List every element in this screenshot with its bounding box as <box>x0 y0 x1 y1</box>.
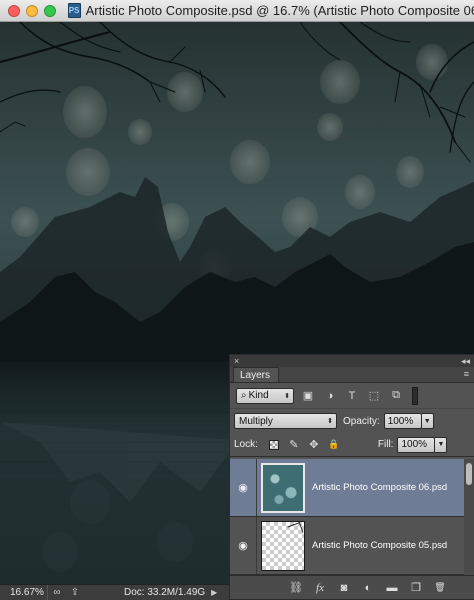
search-icon: ⌕ <box>241 390 247 401</box>
panel-menu-icon[interactable]: ≡ <box>464 369 474 382</box>
zoom-level[interactable]: 16.67% <box>0 585 48 600</box>
delete-layer-trash-icon[interactable]: 🗑 <box>432 580 448 596</box>
scrollbar-thumb[interactable] <box>466 463 472 485</box>
type-layer-filter-icon[interactable]: T <box>344 388 360 404</box>
lock-transparent-pixels-icon[interactable] <box>266 437 282 453</box>
close-window-button[interactable] <box>8 4 20 17</box>
blend-mode-select[interactable]: Multiply ⬍ <box>234 413 337 429</box>
visibility-eye-icon[interactable]: ◉ <box>230 539 256 552</box>
document-size: Doc: 33.2M/1.49G <box>124 587 206 598</box>
status-menu-arrow-icon[interactable]: ▶ <box>211 588 217 597</box>
panel-tab-bar: Layers ≡ <box>230 367 474 383</box>
smart-object-filter-icon[interactable]: ⧉ <box>388 388 404 404</box>
share-icon[interactable]: ⇪ <box>66 585 84 600</box>
shape-layer-filter-icon[interactable]: ⬚ <box>366 388 382 404</box>
panel-bottom-toolbar: ⛓ fx ◙ ◐ ▬ ❐ 🗑 <box>230 575 474 599</box>
window-title: Artistic Photo Composite.psd @ 16.7% (Ar… <box>85 3 474 18</box>
collapse-panel-icon[interactable]: ◂◂ <box>461 356 470 367</box>
pixel-layer-filter-icon[interactable]: ▣ <box>300 388 316 404</box>
blend-mode-value: Multiply <box>239 415 273 427</box>
layers-scrollbar[interactable] <box>464 459 474 575</box>
binoculars-icon[interactable]: ∞ <box>48 585 66 600</box>
zoom-window-button[interactable] <box>43 4 56 17</box>
close-panel-icon[interactable]: × <box>234 356 239 366</box>
layer-row[interactable]: ◉ Artistic Photo Composite 05.psd <box>230 517 465 575</box>
lock-label: Lock: <box>234 439 258 450</box>
add-mask-icon[interactable]: ◙ <box>336 580 352 596</box>
layers-panel: × ◂◂ Layers ≡ ⌕ Kind ⬍ ▣ ◑ T ⬚ ⧉ Multipl… <box>229 354 474 600</box>
layer-filter-row: ⌕ Kind ⬍ ▣ ◑ T ⬚ ⧉ <box>230 383 474 409</box>
fill-label: Fill: <box>377 439 394 450</box>
adjustment-layer-filter-icon[interactable]: ◑ <box>322 388 338 404</box>
visibility-eye-icon[interactable]: ◉ <box>230 481 256 494</box>
new-layer-icon[interactable]: ❐ <box>408 580 424 596</box>
chevron-updown-icon: ⬍ <box>327 418 333 425</box>
new-adjustment-layer-icon[interactable]: ◐ <box>360 580 376 596</box>
layer-row[interactable]: ◉ Artistic Photo Composite 06.psd <box>230 459 465 517</box>
layer-thumbnail <box>261 520 305 571</box>
link-layers-icon[interactable]: ⛓ <box>288 580 304 596</box>
lock-image-pixels-icon[interactable]: ✎ <box>286 437 302 453</box>
opacity-label: Opacity: <box>343 415 380 427</box>
lock-position-icon[interactable]: ✥ <box>306 437 322 453</box>
fx-icon[interactable]: fx <box>312 580 328 596</box>
fill-slider-toggle[interactable]: ▼ <box>435 436 448 453</box>
blend-row: Multiply ⬍ Opacity: 100% ▼ <box>230 409 474 433</box>
fill-input[interactable]: 100% <box>397 436 436 453</box>
layer-list: ◉ Artistic Photo Composite 06.psd ◉ Arti… <box>230 459 465 575</box>
minimize-window-button[interactable] <box>25 4 38 17</box>
panel-header: × ◂◂ <box>230 355 474 367</box>
tab-layers[interactable]: Layers <box>233 367 280 382</box>
title-bar: PS Artistic Photo Composite.psd @ 16.7% … <box>0 0 474 22</box>
lock-row: Lock: ✎ ✥ 🔒 Fill: 100% ▼ <box>230 433 474 457</box>
new-group-folder-icon[interactable]: ▬ <box>384 580 400 596</box>
filter-kind-value: Kind <box>248 390 269 401</box>
layer-name[interactable]: Artistic Photo Composite 06.psd <box>312 482 447 493</box>
opacity-input[interactable]: 100% <box>383 413 422 429</box>
chevron-updown-icon: ⬍ <box>284 392 290 400</box>
lock-all-icon[interactable]: 🔒 <box>326 437 342 453</box>
filter-kind-select[interactable]: ⌕ Kind ⬍ <box>236 387 294 404</box>
layer-name[interactable]: Artistic Photo Composite 05.psd <box>312 540 447 551</box>
filter-toggle-switch[interactable] <box>412 386 418 405</box>
layer-thumbnail <box>261 462 305 513</box>
psd-document-icon: PS <box>67 3 81 18</box>
opacity-slider-toggle[interactable]: ▼ <box>421 413 434 429</box>
